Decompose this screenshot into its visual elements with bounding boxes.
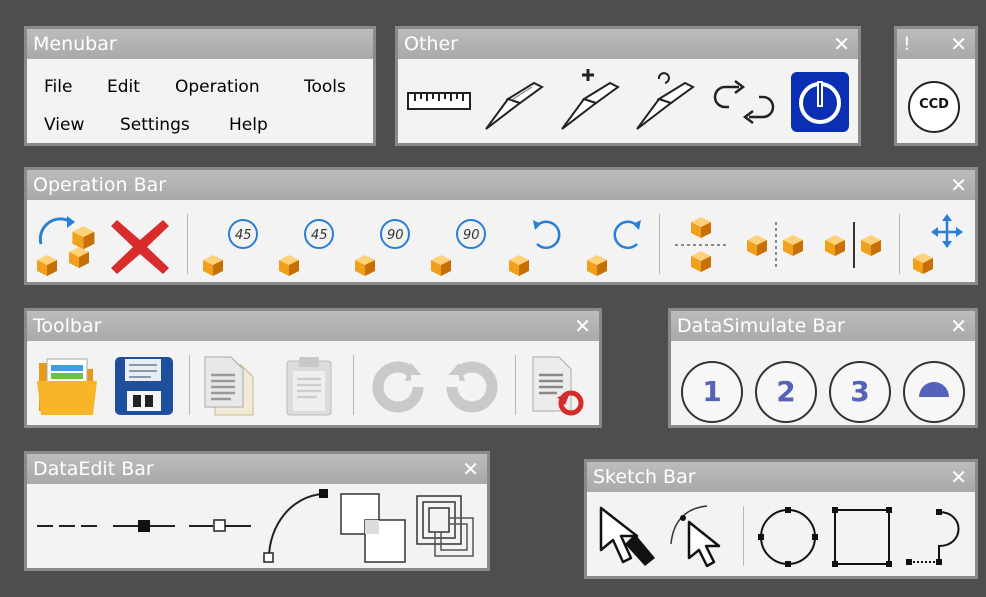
menu-settings[interactable]: Settings [120, 115, 190, 135]
rotate-ccw-90-icon[interactable]: 90 [351, 212, 417, 278]
mirror-vertical-solid-icon[interactable] [821, 220, 887, 270]
dashed-line-icon[interactable] [35, 514, 101, 538]
close-icon[interactable]: ✕ [950, 462, 967, 492]
dome-icon [919, 382, 949, 397]
separator [189, 355, 190, 415]
other-panel: Other ✕ [395, 26, 861, 146]
overlap-squares-icon[interactable] [339, 492, 409, 566]
rotate-cw-90-icon[interactable]: 90 [427, 212, 493, 278]
rotation-label: 90 [387, 228, 404, 243]
curve-icon[interactable] [261, 486, 331, 566]
path-shape-icon[interactable] [903, 504, 969, 570]
paste-icon[interactable] [277, 353, 343, 419]
probe-rotate-icon[interactable] [633, 67, 699, 133]
separator [353, 355, 354, 415]
operation-bar-title-text: Operation Bar [33, 174, 167, 196]
cubes-rotate-icon[interactable] [35, 214, 101, 280]
rotation-label: 90 [463, 228, 480, 243]
circle-shape-icon[interactable] [755, 504, 821, 570]
simulate-2-button[interactable]: 2 [755, 361, 817, 423]
dataedit-bar-title-text: DataEdit Bar [33, 458, 154, 480]
open-folder-icon[interactable] [35, 353, 101, 419]
line-point-icon[interactable] [111, 514, 177, 538]
select-curve-icon[interactable] [667, 502, 733, 570]
ruler-icon[interactable] [407, 89, 471, 113]
menu-file[interactable]: File [44, 77, 72, 97]
nested-squares-icon[interactable] [415, 494, 481, 566]
close-icon[interactable]: ✕ [950, 29, 967, 59]
cycle-icon[interactable] [711, 79, 777, 125]
close-icon[interactable]: ✕ [950, 311, 967, 341]
simulate-label: 1 [702, 375, 722, 408]
datasimulate-bar-title-text: DataSimulate Bar [677, 315, 845, 337]
datasimulate-bar-panel: DataSimulate Bar ✕ 1 2 3 [668, 308, 978, 428]
sketch-bar-panel: Sketch Bar ✕ [584, 459, 978, 579]
ccd-title-text: ! [903, 33, 911, 55]
separator [187, 214, 188, 274]
mirror-vertical-dashed-icon[interactable] [743, 220, 809, 270]
close-icon[interactable]: ✕ [574, 311, 591, 341]
mirror-horizontal-icon[interactable] [673, 212, 729, 278]
menu-view[interactable]: View [44, 115, 84, 135]
menubar-title: Menubar [27, 29, 373, 59]
rotate-cw-icon[interactable] [583, 212, 649, 278]
datasimulate-bar-title: DataSimulate Bar ✕ [671, 311, 975, 341]
toolbar-title: Toolbar ✕ [27, 311, 599, 341]
menu-edit[interactable]: Edit [107, 77, 140, 97]
menu-help[interactable]: Help [229, 115, 268, 135]
rotation-label: 45 [235, 228, 252, 243]
move-icon[interactable] [909, 212, 971, 278]
dataedit-bar-title: DataEdit Bar ✕ [27, 454, 487, 484]
toolbar-panel: Toolbar ✕ [24, 308, 602, 428]
undo-icon[interactable] [365, 355, 431, 417]
copy-icon[interactable] [201, 353, 267, 419]
separator [659, 214, 660, 274]
rotation-label: 45 [311, 228, 328, 243]
simulate-label: 3 [850, 375, 870, 408]
ccd-label: CCD [919, 97, 949, 112]
close-icon[interactable]: ✕ [950, 170, 967, 200]
rotate-ccw-45-icon[interactable]: 45 [199, 212, 265, 278]
rotate-ccw-icon[interactable] [505, 212, 571, 278]
ccd-button[interactable]: CCD [908, 81, 960, 133]
probe-icon[interactable] [482, 73, 548, 133]
other-title: Other ✕ [398, 29, 858, 59]
line-hollow-point-icon[interactable] [187, 514, 253, 538]
close-icon[interactable]: ✕ [462, 454, 479, 484]
simulate-1-button[interactable]: 1 [681, 361, 743, 423]
delete-icon[interactable] [109, 216, 171, 278]
menu-tools[interactable]: Tools [304, 77, 346, 97]
simulate-3-button[interactable]: 3 [829, 361, 891, 423]
simulate-label: 2 [776, 375, 796, 408]
sketch-bar-title-text: Sketch Bar [593, 466, 696, 488]
save-icon[interactable] [111, 353, 177, 419]
sketch-bar-title: Sketch Bar ✕ [587, 462, 975, 492]
simulate-dome-button[interactable] [903, 361, 965, 423]
rotate-cw-45-icon[interactable]: 45 [275, 212, 341, 278]
rectangle-shape-icon[interactable] [829, 504, 895, 570]
separator [515, 355, 516, 415]
menubar-panel: Menubar File Edit Operation Tools View S… [24, 26, 376, 146]
operation-bar-title: Operation Bar ✕ [27, 170, 975, 200]
power-icon[interactable] [790, 71, 850, 133]
ccd-title: ! ✕ [897, 29, 975, 59]
dataedit-bar-panel: DataEdit Bar ✕ [24, 451, 490, 571]
operation-bar-panel: Operation Bar ✕ 45 45 90 90 [24, 167, 978, 285]
document-restore-icon[interactable] [525, 353, 591, 419]
menu-operation[interactable]: Operation [175, 77, 260, 97]
ccd-panel: ! ✕ CCD [894, 26, 978, 146]
separator [743, 506, 744, 566]
redo-icon[interactable] [439, 355, 505, 417]
separator [899, 214, 900, 274]
other-title-text: Other [404, 33, 458, 55]
close-icon[interactable]: ✕ [833, 29, 850, 59]
toolbar-title-text: Toolbar [33, 315, 102, 337]
probe-add-icon[interactable] [558, 67, 624, 133]
select-arrow-icon[interactable] [595, 504, 661, 570]
